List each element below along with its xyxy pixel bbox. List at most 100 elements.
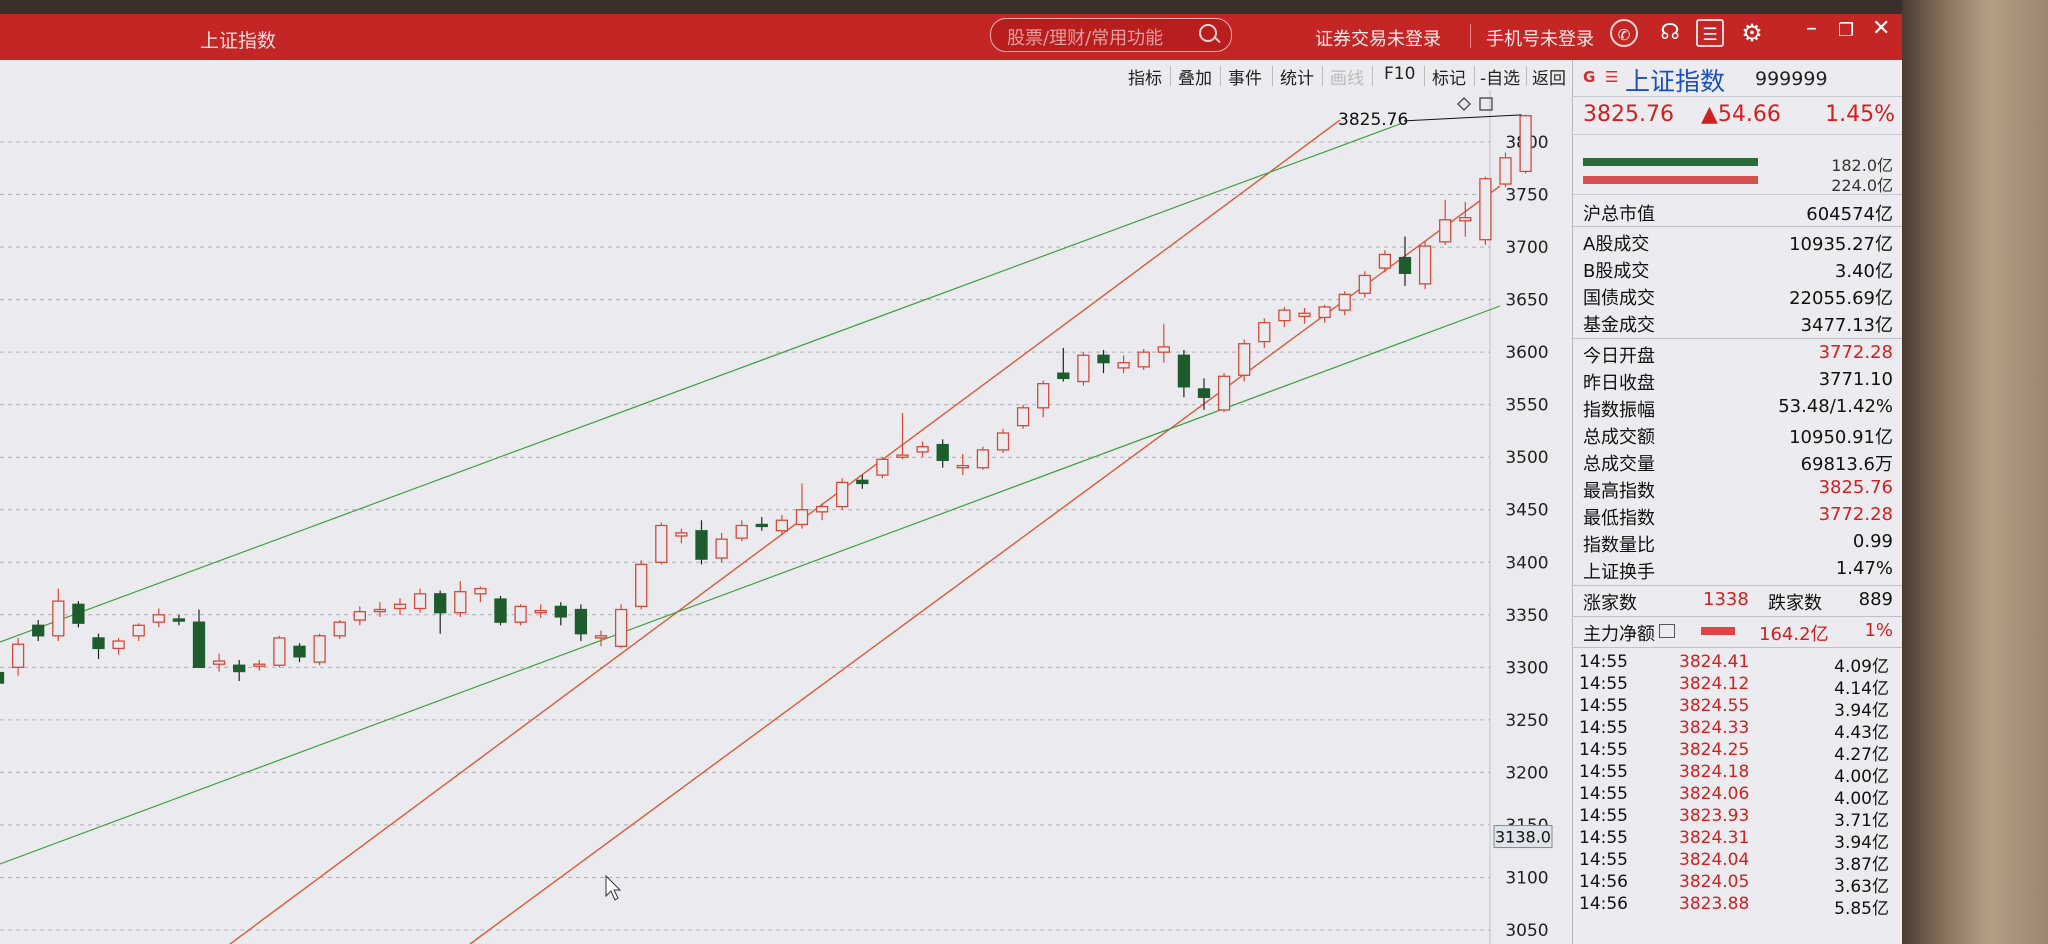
amplitude-value: 53.48/1.42% [1778, 396, 1893, 417]
y-axis-tick: 3350 [1505, 606, 1548, 626]
y-axis-tick: 3100 [1505, 868, 1548, 888]
volume-value: 69813.6万 [1800, 454, 1893, 475]
candle-up [152, 614, 165, 623]
y-axis-tick: 3700 [1505, 238, 1548, 258]
tick-price: 3824.55 [1679, 696, 1750, 716]
tick-row: 14:55 3824.55 3.94亿 [1573, 696, 1902, 721]
diamond-icon [1457, 97, 1471, 111]
flame-icon[interactable]: ✆ [1610, 19, 1638, 47]
toolbar-remove-favorite[interactable]: -自选 [1476, 64, 1524, 89]
stock-name: 上证指数 [1625, 67, 1726, 96]
title-bar: 上证指数 股票/理财/常用功能 证券交易未登录 手机号未登录 ✆ ☊ ☰ ⚙ –… [0, 14, 1902, 60]
tick-row: 14:56 3824.05 3.63亿 [1573, 872, 1902, 897]
quote-summary: 3825.76 ▲54.66 1.45% [1573, 96, 1902, 135]
candle-up [775, 519, 789, 532]
candle-up [313, 635, 326, 663]
stock-code: 999999 [1755, 68, 1828, 90]
bond-row: 国债成交 22055.69亿 [1573, 282, 1902, 309]
tick-list[interactable]: 14:55 3824.41 4.09亿 14:55 3824.12 4.14亿 14:55 3… [1573, 652, 1902, 944]
high-label: 最高指数 [1583, 481, 1655, 502]
tick-row: 14:55 3824.04 3.87亿 [1573, 850, 1902, 875]
minimize-icon[interactable]: – [1806, 16, 1817, 41]
y-axis-tick: 3050 [1505, 921, 1548, 941]
candle-down [293, 645, 306, 658]
candle-down [1197, 388, 1211, 398]
candle-down [755, 523, 768, 528]
tick-price: 3824.06 [1679, 784, 1750, 804]
menu-list-icon[interactable]: ☰ [1696, 19, 1724, 47]
vol-ratio-label: 指数量比 [1583, 535, 1655, 556]
high-value: 3825.76 [1818, 477, 1893, 498]
tick-price: 3824.04 [1679, 850, 1750, 870]
candle-down [1097, 354, 1110, 364]
candle-up [916, 446, 929, 453]
toolbar-stats[interactable]: 统计 [1276, 64, 1318, 89]
net-flow-value: 164.2亿 [1759, 624, 1829, 645]
toolbar-overlay[interactable]: 叠加 [1174, 64, 1216, 89]
window-title: 上证指数 [200, 30, 277, 52]
candle-up [413, 593, 427, 610]
price-change-pct: 1.45% [1825, 102, 1895, 127]
toolbar-divider [1322, 66, 1323, 86]
tick-time: 14:55 [1579, 740, 1628, 760]
toolbar-draw-line[interactable]: 画线 [1326, 64, 1368, 89]
high-price-annotation: 3825.76 [1338, 110, 1408, 130]
toolbar-divider [1372, 66, 1373, 86]
tick-time: 14:55 [1579, 652, 1628, 672]
monitor-bezel-right [1902, 0, 2048, 944]
list-icon[interactable]: ☰ [1605, 68, 1618, 86]
toolbar-back[interactable]: 返回 [1528, 64, 1570, 89]
search-icon[interactable] [1199, 24, 1217, 42]
toolbar-divider [1220, 66, 1221, 86]
kline-chart-svg[interactable]: 3800375037003650360035503500345034003350… [0, 90, 1572, 944]
tick-row: 14:55 3823.93 3.71亿 [1573, 806, 1902, 831]
b-share-label: B股成交 [1583, 261, 1650, 282]
turnover-value: 10950.91亿 [1789, 427, 1893, 448]
candle-up [1318, 306, 1331, 319]
close-icon[interactable]: ✕ [1872, 16, 1890, 41]
candle-down [233, 664, 246, 673]
turnover-row: 总成交额 10950.91亿 [1573, 421, 1902, 448]
phone-login-link[interactable]: 手机号未登录 [1486, 25, 1594, 51]
candle-up [1499, 157, 1512, 185]
toolbar-divider [1526, 66, 1527, 86]
candle-up [373, 608, 387, 613]
channel-line-upper [229, 119, 1341, 944]
candle-up [1519, 115, 1532, 173]
up-count-label: 涨家数 [1583, 593, 1637, 614]
net-flow-row[interactable]: 主力净额 164.2亿 1% [1573, 618, 1902, 645]
turnover-rate-row: 上证换手 1.47% [1573, 556, 1902, 583]
candle-up [1378, 253, 1392, 269]
tick-row: 14:55 3824.18 4.00亿 [1573, 762, 1902, 787]
chart-icon[interactable] [1659, 624, 1675, 638]
tick-time: 14:55 [1579, 806, 1628, 826]
candle-up [1439, 219, 1452, 243]
b-share-row: B股成交 3.40亿 [1573, 255, 1902, 282]
high-row: 最高指数 3825.76 [1573, 475, 1902, 502]
tick-time: 14:56 [1579, 894, 1628, 914]
a-share-value: 10935.27亿 [1789, 234, 1893, 255]
y-axis-tick: 3400 [1505, 553, 1548, 573]
toolbar-f10[interactable]: F10 [1380, 64, 1419, 84]
toolbar-events[interactable]: 事件 [1224, 64, 1266, 89]
candle-up [1358, 274, 1371, 294]
trade-login-link[interactable]: 证券交易未登录 [1315, 25, 1441, 51]
candle-down [72, 603, 85, 624]
y-axis-tick: 3750 [1505, 186, 1548, 206]
tick-row: 14:56 3823.88 5.85亿 [1573, 894, 1902, 919]
toolbar-indicator[interactable]: 指标 [1124, 64, 1166, 89]
restore-icon[interactable]: ❐ [1838, 20, 1854, 41]
search-box[interactable]: 股票/理财/常用功能 [990, 18, 1232, 52]
divider [1573, 647, 1902, 648]
kline-chart-area[interactable]: 3800375037003650360035503500345034003350… [0, 90, 1572, 944]
candle-up [1137, 351, 1150, 368]
candle-up [1459, 216, 1472, 222]
toolbar-mark[interactable]: 标记 [1428, 64, 1470, 89]
annotation-pointer [1403, 114, 1522, 122]
y-axis-tick: 3300 [1505, 658, 1548, 678]
candle-up [1157, 346, 1170, 353]
gear-icon[interactable]: ⚙ [1738, 19, 1766, 47]
candle-down [32, 624, 45, 637]
candle-up [1238, 343, 1251, 376]
headset-icon[interactable]: ☊ [1656, 19, 1684, 47]
